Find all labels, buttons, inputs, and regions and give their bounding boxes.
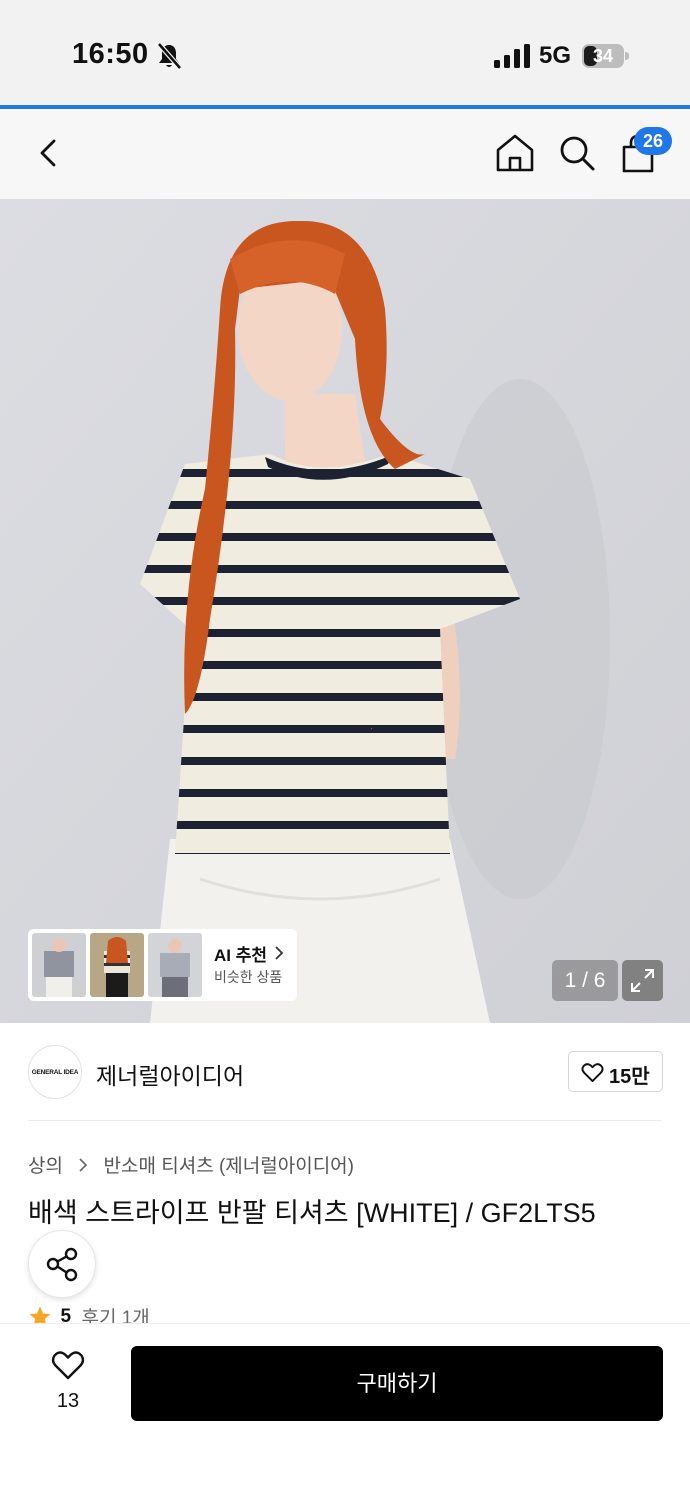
- wishlist-button[interactable]: 13: [30, 1346, 106, 1422]
- status-time: 16:50: [72, 38, 149, 70]
- brand-logo[interactable]: GENERAL IDEA: [28, 1045, 82, 1099]
- recommend-thumbnail[interactable]: [32, 933, 86, 997]
- brand-name[interactable]: 제너럴아이디어: [96, 1057, 244, 1091]
- battery-level: 34: [592, 46, 614, 66]
- chevron-right-icon: [275, 946, 284, 960]
- share-icon: [46, 1247, 78, 1282]
- product-title: 배색 스트라이프 반팔 티셔츠 [WHITE] / GF2LTS5: [28, 1198, 596, 1228]
- signal-icon: [494, 44, 530, 68]
- ai-recommend-title: AI 추천: [214, 946, 268, 965]
- divider: [28, 1120, 662, 1121]
- breadcrumb-item[interactable]: 반소매 티셔츠 (제너럴아이디어): [104, 1151, 354, 1178]
- battery-icon: 34: [582, 44, 630, 68]
- share-button[interactable]: [28, 1230, 96, 1298]
- ai-recommend-card[interactable]: AI 추천 비슷한 상품: [28, 929, 297, 1001]
- chevron-right-icon: [79, 1157, 88, 1172]
- product-image[interactable]: .: [0, 199, 690, 1023]
- search-icon[interactable]: [556, 131, 598, 175]
- heart-icon: [51, 1351, 85, 1380]
- ai-recommend-subtitle: 비슷한 상품: [214, 969, 283, 985]
- model-photo: .: [0, 199, 690, 1023]
- expand-icon[interactable]: [622, 960, 663, 1001]
- breadcrumb-item[interactable]: 상의: [28, 1151, 63, 1178]
- home-icon[interactable]: [494, 131, 536, 175]
- buy-button[interactable]: 구매하기: [131, 1346, 663, 1421]
- top-nav-bar: [0, 109, 690, 199]
- network-type: 5G: [539, 42, 572, 69]
- brand-like-count: 15만: [609, 1066, 650, 1088]
- bell-muted-icon: [157, 42, 182, 70]
- image-page-indicator: 1 / 6: [552, 960, 618, 1001]
- cart-count-badge: 26: [634, 127, 672, 155]
- chevron-left-icon[interactable]: [28, 131, 72, 175]
- brand-like-button[interactable]: 15만: [568, 1051, 663, 1092]
- recommend-thumbnail[interactable]: [148, 933, 202, 997]
- status-bar: 16:50 5G 34: [0, 0, 690, 106]
- recommend-thumbnail[interactable]: [90, 933, 144, 997]
- breadcrumb: 상의 반소매 티셔츠 (제너럴아이디어): [28, 1151, 354, 1178]
- heart-icon: [581, 1063, 604, 1083]
- wishlist-count: 13: [56, 1390, 80, 1412]
